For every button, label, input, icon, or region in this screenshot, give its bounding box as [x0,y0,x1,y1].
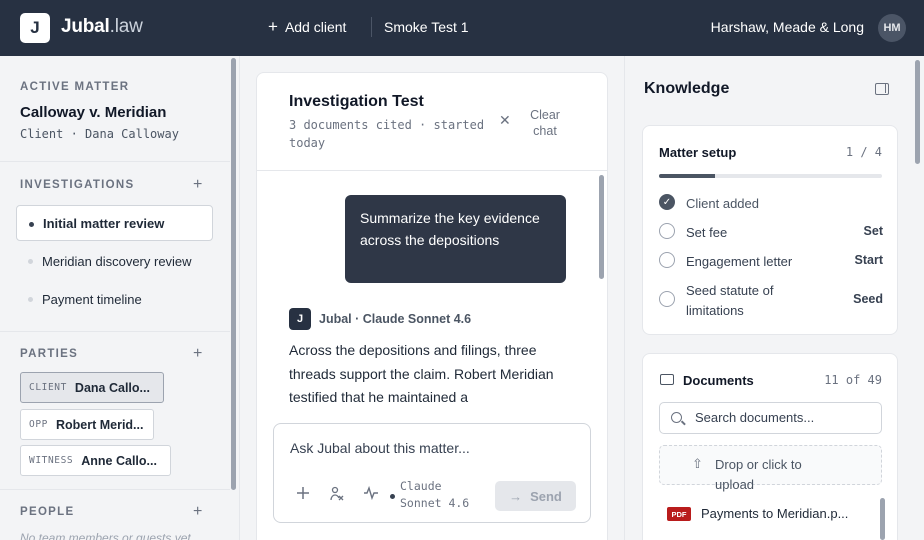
documents-scrollbar[interactable] [880,498,885,540]
knowledge-scrollbar[interactable] [915,60,920,164]
bullet-icon [28,297,33,302]
unchecked-circle-icon [659,252,675,268]
search-icon [671,412,682,423]
setup-progress-bar [659,174,882,178]
investigation-label: Meridian discovery review [42,253,192,269]
document-name: Payments to Meridian.p... [701,506,849,521]
seed-sol-button[interactable]: Seed [853,292,883,306]
add-person-icon[interactable]: + [193,504,202,520]
set-fee-button[interactable]: Set [864,224,883,238]
knowledge-title: Knowledge [644,80,730,97]
check-icon: ✓ [659,194,675,210]
parties-label: PARTIES [20,348,79,360]
start-engagement-button[interactable]: Start [855,253,883,267]
chat-title: Investigation Test [289,93,424,110]
assistant-message: Across the depositions and filings, thre… [289,342,554,405]
sidebar-scrollbar[interactable] [231,58,236,490]
party-chip-client[interactable]: CLIENT Dana Callo... [20,372,164,403]
current-matter-selector[interactable]: Smoke Test 1 [384,19,469,35]
matter-client: Client · Dana Calloway [20,127,179,141]
send-label: Send [530,488,562,504]
folder-icon [660,374,674,385]
close-icon[interactable]: ✕ [499,112,511,129]
investigation-label: Initial matter review [43,215,165,231]
firm-name[interactable]: Harshaw, Meade & Long [711,19,864,35]
pdf-icon: PDF [667,507,691,521]
investigation-item[interactable]: Payment timeline [16,281,213,317]
document-search-input[interactable]: Search documents... [659,402,882,434]
documents-card: Documents 11 of 49 Search documents... ⇧… [642,353,898,540]
party-name: Dana Callo... [74,380,150,395]
investigation-item[interactable]: Meridian discovery review [16,243,213,279]
setup-title: Matter setup [659,145,737,160]
add-investigation-icon[interactable]: + [193,177,202,193]
documents-title: Documents [683,373,754,388]
party-role: CLIENT [29,382,67,393]
plus-icon: + [268,17,278,36]
logo-letter: J [30,18,40,37]
assistant-name: Jubal · Claude Sonnet 4.6 [319,312,472,326]
chat-scrollbar[interactable] [599,175,604,279]
panel-toggle-icon[interactable] [875,83,889,95]
top-bar: J Jubal.law + Add client Smoke Test 1 Ha… [0,0,924,56]
knowledge-panel: Knowledge Matter setup 1 / 4 ✓ Client ad… [624,56,924,540]
dropzone-text: Drop or click to upload [715,457,802,492]
arrow-right-icon: → [509,488,523,504]
investigation-label: Payment timeline [42,291,142,307]
active-matter-label: ACTIVE MATTER [20,81,130,93]
brand-main: Jubal [61,16,110,37]
task-label: Seed statute of limitations [686,283,774,318]
model-status-icon [390,494,395,499]
investigation-item[interactable]: Initial matter review [16,205,213,241]
task-label: Engagement letter [686,254,793,269]
bullet-icon [28,259,33,264]
matter-setup-card: Matter setup 1 / 4 ✓ Client added Set fe… [642,125,898,335]
add-client-label: Add client [284,19,347,35]
send-button[interactable]: → Send [495,481,576,511]
chat-divider [257,170,607,171]
sidebar-divider [0,331,230,332]
upload-icon: ⇧ [692,456,703,471]
bullet-icon [29,222,34,227]
chat-meta: 3 documents cited · started today [289,118,485,150]
topbar-divider [371,17,372,37]
people-empty-text: No team members or guests yet [20,531,191,540]
upload-dropzone[interactable]: ⇧ Drop or click to upload [659,445,882,492]
sidebar-divider [0,489,230,490]
document-item[interactable]: PDF Payments to Meridian.p... [667,505,867,525]
chat-composer[interactable]: Ask Jubal about this matter... Claude So… [273,423,591,523]
party-name: Robert Merid... [55,417,144,432]
user-message: Summarize the key evidence across the de… [345,195,566,283]
clear-chat-button[interactable]: Clear chat [527,107,563,139]
user-avatar[interactable]: HM [878,14,906,42]
plus-icon[interactable] [296,486,310,504]
party-chip-witness[interactable]: WITNESS Anne Callo... [20,445,171,476]
add-client-button[interactable]: + Add client [268,17,347,36]
assistant-avatar: J [289,308,311,330]
task-label: Client added [686,196,759,211]
unchecked-circle-icon [659,223,675,239]
party-name: Anne Callo... [81,453,157,468]
logo[interactable]: J [20,13,50,43]
add-party-icon[interactable]: + [193,346,202,362]
setup-progress-fill [659,174,715,178]
chat-input[interactable]: Ask Jubal about this matter... [290,440,470,456]
party-chip-opposing[interactable]: OPP Robert Merid... [20,409,154,440]
sidebar-divider [0,161,230,162]
waveform-icon[interactable] [363,485,379,504]
task-label: Set fee [686,225,728,240]
documents-count: 11 of 49 [824,373,882,387]
chat-panel: Investigation Test 3 documents cited · s… [256,72,608,540]
attach-icon[interactable] [329,486,345,506]
investigations-label: INVESTIGATIONS [20,179,135,191]
model-selector[interactable]: Claude Sonnet 4.6 [400,478,480,512]
party-role: OPP [29,419,48,430]
matter-title: Calloway v. Meridian [20,104,167,121]
party-role: WITNESS [29,455,74,466]
people-label: PEOPLE [20,506,75,518]
unchecked-circle-icon [659,291,675,307]
setup-count: 1 / 4 [845,145,882,159]
brand-suffix: .law [109,16,143,37]
brand-name[interactable]: Jubal.law [61,16,143,38]
